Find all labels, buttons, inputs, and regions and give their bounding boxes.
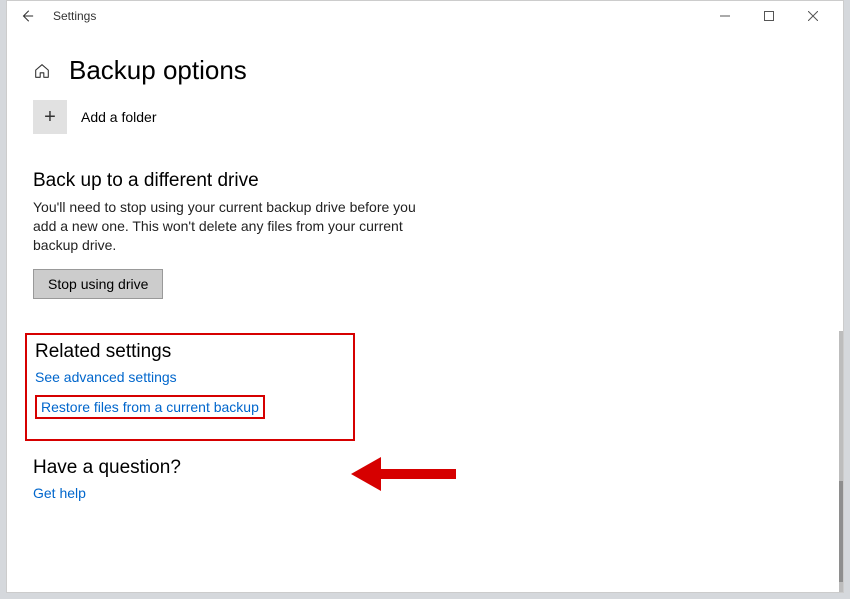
titlebar-app-name: Settings (53, 9, 96, 23)
related-settings-heading: Related settings (35, 341, 345, 363)
window-controls (703, 2, 835, 30)
stop-using-drive-button[interactable]: Stop using drive (33, 269, 163, 299)
page-header: Backup options (33, 55, 817, 86)
settings-window: Settings Backup options + Add a folder B… (6, 0, 844, 593)
minimize-icon (720, 11, 730, 21)
close-icon (808, 11, 818, 21)
minimize-button[interactable] (703, 2, 747, 30)
home-icon[interactable] (33, 62, 51, 80)
content-area: Backup options + Add a folder Back up to… (7, 31, 843, 592)
page-title: Backup options (69, 55, 247, 86)
arrow-left-icon (20, 9, 34, 23)
see-advanced-settings-link[interactable]: See advanced settings (35, 369, 177, 385)
plus-icon: + (33, 100, 67, 134)
have-a-question-heading: Have a question? (33, 457, 817, 479)
back-button[interactable] (15, 4, 39, 28)
backup-drive-description: You'll need to stop using your current b… (33, 198, 423, 255)
scrollbar[interactable] (839, 331, 843, 592)
maximize-icon (764, 11, 774, 21)
related-settings-highlight: Related settings See advanced settings R… (25, 333, 355, 441)
maximize-button[interactable] (747, 2, 791, 30)
titlebar: Settings (7, 1, 843, 31)
get-help-link[interactable]: Get help (33, 485, 86, 501)
backup-drive-heading: Back up to a different drive (33, 170, 817, 192)
add-folder-button[interactable]: + Add a folder (33, 100, 817, 134)
restore-files-link[interactable]: Restore files from a current backup (35, 395, 265, 419)
close-button[interactable] (791, 2, 835, 30)
add-folder-label: Add a folder (81, 109, 157, 125)
